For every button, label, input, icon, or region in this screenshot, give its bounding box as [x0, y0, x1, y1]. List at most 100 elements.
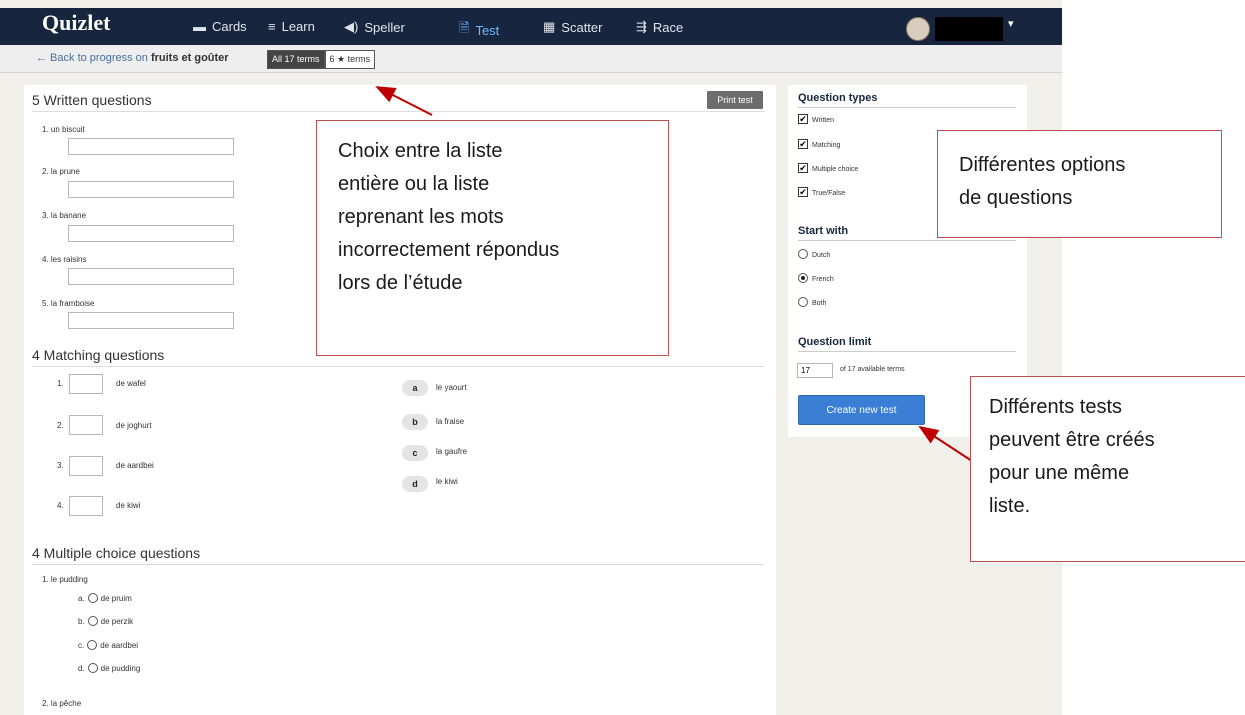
- callout-line: peuvent être créés: [989, 429, 1155, 451]
- checkbox-matching[interactable]: ✔ Matching: [798, 139, 840, 149]
- nav-item-cards[interactable]: ▬ Cards: [193, 19, 247, 34]
- mc-option-text: de pruim: [100, 594, 132, 603]
- checkbox[interactable]: ✔: [798, 139, 808, 149]
- radio-french[interactable]: French: [798, 273, 834, 283]
- radio-dutch[interactable]: Dutch: [798, 249, 830, 259]
- radio-button[interactable]: [87, 663, 98, 673]
- callout-line: de questions: [959, 187, 1073, 209]
- matching-answer-box[interactable]: [69, 415, 103, 435]
- nav-label-race: Race: [652, 19, 684, 35]
- back-link-prefix: ← Back to progress on: [36, 52, 151, 64]
- all-terms-button[interactable]: All 17 terms: [267, 50, 325, 69]
- checkbox[interactable]: ✔: [798, 114, 808, 124]
- checkbox-written[interactable]: ✔ Written: [798, 114, 834, 124]
- term-scope-toggle: All 17 terms 6 ★ terms: [267, 50, 376, 69]
- print-test-button[interactable]: Print test: [707, 91, 763, 109]
- nav-item-learn[interactable]: ≡ Learn: [268, 19, 315, 34]
- checkbox-label: Matching: [812, 142, 841, 149]
- matching-term: de joghurt: [116, 421, 152, 430]
- written-answer-input[interactable]: [68, 225, 234, 242]
- nav-item-speller[interactable]: ◀) Speller: [344, 19, 405, 35]
- checkbox-multiple-choice[interactable]: ✔ Multiple choice: [798, 163, 858, 173]
- set-subbar: ← Back to progress on fruits et goûter A…: [0, 45, 1062, 73]
- radio-label: French: [812, 276, 834, 283]
- cards-icon: ▬: [193, 19, 206, 34]
- radio-button[interactable]: [798, 297, 808, 307]
- mc-option-text: de aardbei: [100, 641, 139, 650]
- question-types-heading: Question types: [798, 92, 878, 104]
- matching-letter-d: d: [402, 476, 428, 492]
- nav-label-cards: Cards: [212, 19, 247, 34]
- written-answer-input[interactable]: [68, 312, 234, 329]
- written-question-label: 5. la framboise: [42, 299, 95, 308]
- quizlet-app: Quizlet ▬ Cards ≡ Learn ◀) Speller 🗎 Tes…: [0, 0, 1062, 715]
- callout-line: pour une même: [989, 462, 1130, 484]
- avatar[interactable]: [906, 17, 930, 41]
- mc-question-label: 2. la pêche: [42, 699, 82, 708]
- mc-option[interactable]: d. de pudding: [78, 663, 140, 673]
- starred-terms-button[interactable]: 6 ★ terms: [324, 50, 376, 69]
- quizlet-logo[interactable]: Quizlet: [42, 10, 110, 36]
- divider: [798, 107, 1016, 108]
- callout-line: lors de l’étude: [338, 272, 463, 294]
- mc-option[interactable]: c. de aardbei: [78, 640, 138, 650]
- race-icon: ⇶: [636, 19, 647, 34]
- written-answer-input[interactable]: [68, 181, 234, 198]
- back-to-progress-link[interactable]: ← Back to progress on fruits et goûter: [36, 52, 229, 64]
- matching-answer-box[interactable]: [69, 374, 103, 394]
- multiple-choice-section-title: 4 Multiple choice questions: [32, 545, 201, 561]
- radio-button[interactable]: [87, 593, 98, 603]
- mc-option[interactable]: a. de pruim: [78, 593, 132, 603]
- question-limit-text: of 17 available terms: [840, 366, 905, 373]
- written-question-label: 1. un biscuit: [42, 125, 85, 134]
- top-navigation-bar: Quizlet ▬ Cards ≡ Learn ◀) Speller 🗎 Tes…: [0, 8, 1062, 45]
- written-question-label: 3. la banane: [42, 211, 87, 220]
- scatter-icon: ▦: [543, 19, 556, 34]
- mc-option-letter: c.: [78, 641, 85, 650]
- written-section-title: 5 Written questions: [32, 92, 152, 108]
- matching-letter-a: a: [402, 380, 428, 396]
- matching-answer-box[interactable]: [69, 496, 103, 516]
- create-new-test-button[interactable]: Create new test: [798, 395, 925, 425]
- matching-answer-text: la gaufre: [436, 447, 468, 456]
- radio-button[interactable]: [87, 616, 98, 626]
- radio-both[interactable]: Both: [798, 297, 826, 307]
- matching-letter-b: b: [402, 414, 428, 430]
- callout-line: Choix entre la liste: [338, 140, 503, 162]
- divider: [798, 351, 1016, 352]
- checkbox-true-false[interactable]: ✔ True/False: [798, 187, 845, 197]
- nav-label-learn: Learn: [281, 19, 315, 34]
- question-limit-input[interactable]: 17: [797, 363, 833, 378]
- nav-item-scatter[interactable]: ▦ Scatter: [543, 19, 602, 35]
- written-answer-input[interactable]: [68, 268, 234, 285]
- callout-line: entière ou la liste: [338, 173, 490, 195]
- mc-option-text: de perzik: [100, 617, 134, 626]
- radio-button-selected[interactable]: [798, 273, 808, 283]
- radio-button[interactable]: [87, 640, 98, 650]
- matching-letter-c: c: [402, 445, 428, 461]
- callout-list-choice: Choix entre la liste entière ou la liste…: [316, 120, 669, 356]
- callout-question-options: Différentes options de questions: [937, 130, 1222, 238]
- matching-answer-text: le yaourt: [436, 383, 467, 392]
- checkbox[interactable]: ✔: [798, 163, 808, 173]
- nav-item-test[interactable]: 🗎 Test: [459, 19, 499, 41]
- username-redacted[interactable]: [935, 17, 1003, 41]
- radio-label: Dutch: [812, 252, 831, 259]
- matching-number: 4.: [57, 501, 64, 510]
- mc-option[interactable]: b. de perzik: [78, 616, 133, 626]
- set-name: fruits et goûter: [150, 52, 229, 64]
- test-icon: 🗎: [459, 20, 470, 35]
- matching-answer-box[interactable]: [69, 456, 103, 476]
- radio-button[interactable]: [798, 249, 808, 259]
- matching-number: 1.: [57, 379, 64, 388]
- callout-line: reprenant les mots: [338, 206, 504, 228]
- chevron-down-icon[interactable]: ▾: [1008, 17, 1014, 30]
- nav-item-race[interactable]: ⇶ Race: [636, 19, 683, 35]
- divider: [32, 366, 765, 367]
- mc-option-letter: d.: [78, 664, 85, 673]
- checkbox[interactable]: ✔: [798, 187, 808, 197]
- matching-number: 3.: [57, 461, 64, 470]
- written-answer-input[interactable]: [68, 138, 234, 155]
- matching-term: de aardbei: [116, 461, 154, 470]
- callout-line: liste.: [989, 495, 1031, 517]
